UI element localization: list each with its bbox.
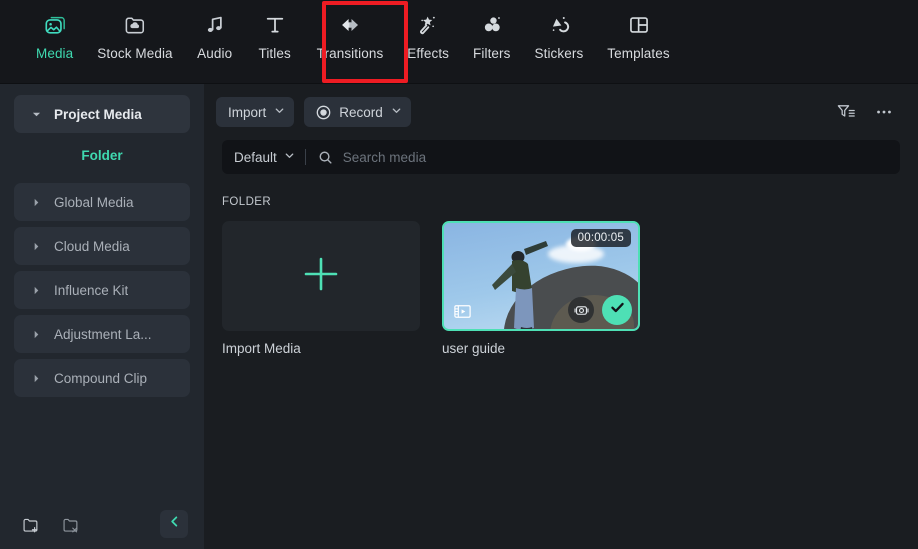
record-button[interactable]: Record (304, 97, 411, 127)
sidebar-item-global-media[interactable]: Global Media (14, 183, 190, 221)
tab-label: Stock Media (97, 46, 173, 61)
tab-audio[interactable]: Audio (187, 0, 243, 72)
sidebar-item-cloud-media[interactable]: Cloud Media (14, 227, 190, 265)
sort-mode-dropdown[interactable]: Default (234, 148, 295, 166)
caret-right-icon (32, 286, 46, 295)
search-bar: Default (222, 140, 900, 174)
caret-down-icon (32, 110, 46, 119)
sidebar-item-label: Global Media (54, 194, 134, 210)
tab-effects[interactable]: Effects (397, 0, 459, 72)
transition-arrows-icon (336, 10, 364, 40)
tab-label: Transitions (316, 46, 384, 61)
card-caption: user guide (442, 341, 506, 356)
layout-grid-icon (628, 10, 650, 40)
media-library-window: Media Stock Media Audio Titles Transitio… (0, 0, 918, 549)
tab-label: Audio (197, 46, 233, 61)
three-circles-icon (480, 10, 504, 40)
import-media-dropzone[interactable] (222, 221, 420, 331)
caret-right-icon (32, 330, 46, 339)
sidebar-item-compound-clip[interactable]: Compound Clip (14, 359, 190, 397)
tab-label: Effects (407, 46, 450, 61)
tab-label: Media (36, 46, 74, 61)
sidebar-item-label: Adjustment La... (54, 326, 152, 342)
media-main-panel: Import Record Default Search media FOLDE… (204, 84, 918, 549)
duration-badge: 00:00:05 (570, 229, 631, 247)
tab-filters[interactable]: Filters (463, 0, 520, 72)
filter-sort-icon[interactable] (830, 97, 862, 127)
chevron-left-icon (168, 515, 181, 533)
caret-right-icon (32, 242, 46, 251)
magic-wand-icon (416, 10, 440, 40)
chevron-down-icon (284, 148, 295, 166)
selected-check-badge[interactable] (602, 295, 632, 325)
media-thumbnail[interactable]: 00:00:05 (442, 221, 640, 331)
caret-right-icon (32, 198, 46, 207)
sort-mode-label: Default (234, 149, 277, 165)
caret-right-icon (32, 374, 46, 383)
check-icon (609, 299, 626, 321)
workspace: Project Media Folder Global Media Cloud … (0, 84, 918, 549)
sidebar-item-label: Cloud Media (54, 238, 130, 254)
music-note-icon (204, 10, 226, 40)
record-label: Record (339, 104, 383, 120)
sidebar-footer (0, 501, 204, 549)
media-content: FOLDER Import Media 00:00:05 user guide (204, 174, 918, 549)
sidebar-item-label: Compound Clip (54, 370, 148, 386)
divider (304, 149, 306, 165)
sidebar-item-label: Influence Kit (54, 282, 129, 298)
section-label: FOLDER (222, 196, 272, 208)
record-dot-icon (316, 105, 331, 120)
folder-cloud-icon (123, 10, 147, 40)
import-button[interactable]: Import (216, 97, 295, 127)
tab-label: Stickers (534, 46, 584, 61)
more-horizontal-icon[interactable] (868, 97, 900, 127)
image-in-frame-icon (44, 10, 66, 40)
sidebar-item-influence-kit[interactable]: Influence Kit (14, 271, 190, 309)
import-label: Import (228, 104, 267, 120)
media-grid: Import Media 00:00:05 user guide (222, 221, 900, 356)
thumbnail-person (492, 241, 548, 329)
tab-label: Filters (473, 46, 511, 61)
camera-stabilize-icon[interactable] (568, 297, 594, 323)
sidebar-item-label: Project Media (54, 106, 142, 122)
folder-delete-icon[interactable] (56, 510, 86, 540)
card-caption: Import Media (222, 341, 301, 356)
media-sidebar: Project Media Folder Global Media Cloud … (0, 84, 204, 549)
collapse-sidebar-button[interactable] (160, 510, 188, 538)
tab-label: Templates (607, 46, 670, 61)
tab-media[interactable]: Media (26, 0, 83, 72)
chevron-down-icon (391, 103, 402, 121)
film-strip-icon (452, 301, 472, 321)
search-area: Default (204, 140, 918, 174)
module-tabbar: Media Stock Media Audio Titles Transitio… (0, 0, 918, 84)
text-t-icon (264, 10, 286, 40)
search-icon (318, 150, 333, 165)
sidebar-item-project-media[interactable]: Project Media (14, 95, 190, 133)
tab-transitions[interactable]: Transitions (307, 0, 394, 72)
search-input[interactable] (342, 149, 888, 165)
tab-stickers[interactable]: Stickers (524, 0, 593, 72)
sidebar-item-adjustment-layer[interactable]: Adjustment La... (14, 315, 190, 353)
sidebar-item-folder[interactable]: Folder (14, 136, 190, 174)
tab-templates[interactable]: Templates (597, 0, 679, 72)
chevron-down-icon (274, 103, 285, 121)
media-card-user-guide[interactable]: 00:00:05 user guide (442, 221, 640, 356)
tab-titles[interactable]: Titles (247, 0, 303, 72)
sidebar-item-label: Folder (81, 147, 123, 163)
tab-stock-media[interactable]: Stock Media (87, 0, 182, 72)
stickers-shapes-icon (547, 10, 571, 40)
folder-plus-icon[interactable] (16, 510, 46, 540)
plus-icon (299, 252, 343, 301)
tab-label: Titles (258, 46, 291, 61)
media-toolbar: Import Record (204, 84, 918, 140)
import-media-card[interactable]: Import Media (222, 221, 420, 356)
